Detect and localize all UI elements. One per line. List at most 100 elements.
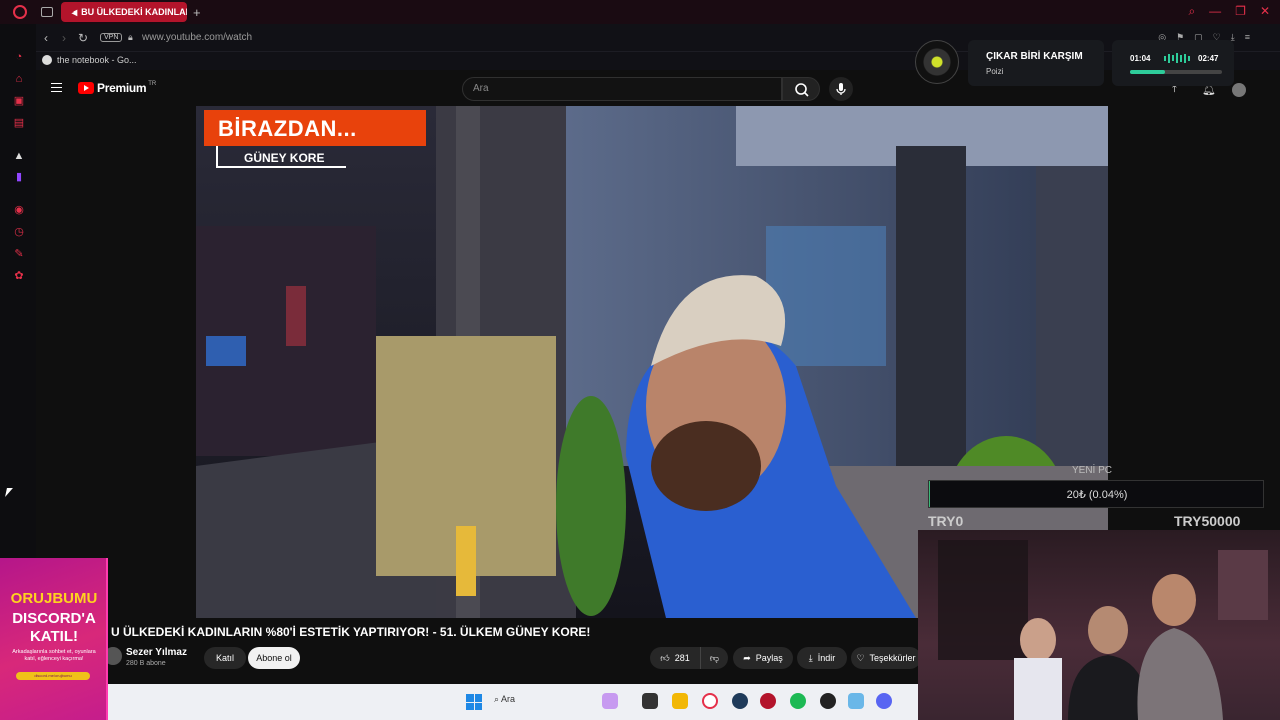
crypto-wallet-icon[interactable]: ⌂	[13, 74, 25, 85]
history-icon[interactable]: ◷	[13, 227, 25, 238]
album-art	[915, 40, 959, 84]
widgets-icon[interactable]	[602, 693, 618, 709]
close-button[interactable]: ✕	[1260, 4, 1270, 19]
donation-progress-text: 20₺ (0.04%)	[1066, 489, 1128, 501]
thumbs-up-icon: 👍︎	[660, 652, 670, 663]
promo-link-pill: discord.me/orujbumu	[16, 672, 90, 680]
player-icon[interactable]: ◉	[13, 205, 25, 216]
task-view-icon[interactable]	[642, 693, 658, 709]
download-arrow-icon: ⤓	[808, 652, 813, 663]
song-progress-bar	[1130, 70, 1222, 74]
minimize-button[interactable]: —	[1209, 4, 1221, 19]
extension-icon[interactable]: ▲	[13, 151, 25, 162]
dislike-button[interactable]: 👎︎	[700, 647, 728, 669]
elapsed-time: 01:04	[1130, 54, 1151, 63]
video-overlay-subtitle-box: GÜNEY KORE	[216, 146, 346, 168]
song-title: ÇIKAR BİRİ KARŞIM	[986, 51, 1083, 62]
now-playing-card: ÇIKAR BİRİ KARŞIM Poizi	[968, 40, 1104, 86]
share-icon: ➦	[743, 652, 751, 663]
youtube-logo[interactable]: Premium TR	[78, 81, 156, 95]
donation-goal-title: YENİ PC	[1072, 465, 1113, 476]
promo-line-1: ORUJBUMU	[10, 590, 98, 607]
file-explorer-icon[interactable]	[672, 693, 688, 709]
playback-time-card: 01:04 02:47	[1112, 40, 1234, 86]
video-overlay-banner: BİRAZDAN...	[204, 110, 426, 146]
discord-icon[interactable]	[876, 693, 892, 709]
search-input[interactable]: Ara	[462, 77, 782, 101]
google-favicon-icon	[42, 55, 52, 65]
subscribe-button[interactable]: Abone ol	[248, 647, 300, 669]
song-artist: Poizi	[986, 67, 1004, 76]
video-title: U ÜLKEDEKİ KADINLARIN %80'İ ESTETİK YAPT…	[111, 625, 591, 639]
subscriber-count: 280 B abone	[126, 660, 166, 667]
share-button[interactable]: ➦ Paylaş	[733, 647, 793, 669]
music-player-icon[interactable]: ▤	[13, 118, 25, 129]
maximize-button[interactable]: ❐	[1235, 4, 1246, 19]
new-tab-button[interactable]: +	[193, 5, 201, 20]
aria-icon[interactable]: ◔	[13, 52, 25, 63]
hamburger-menu-icon[interactable]	[51, 83, 62, 92]
menu-icon[interactable]: ≡	[1245, 32, 1250, 43]
lock-icon[interactable]: 🔒︎	[128, 32, 133, 43]
taskbar-search-label: Ara	[501, 694, 516, 704]
like-count: 281	[674, 653, 690, 663]
tab-workspace-icon[interactable]	[41, 7, 53, 17]
promo-line-3: KATIL!	[29, 628, 79, 645]
opera-logo-icon[interactable]	[13, 5, 27, 19]
webcam-image	[938, 540, 1268, 720]
voice-search-button[interactable]	[829, 77, 853, 101]
total-time: 02:47	[1198, 54, 1219, 63]
search-button[interactable]	[782, 77, 820, 101]
search-placeholder: Ara	[473, 83, 489, 94]
settings-gear-icon[interactable]: ✿	[13, 271, 25, 282]
spotify-icon[interactable]	[790, 693, 806, 709]
vpn-badge[interactable]: VPN	[100, 33, 123, 42]
browser-tab-bar: ◀ BU ÜLKEDEKİ KADINLARIN %80'İ ESTETİK Y…	[0, 0, 1280, 24]
thanks-button[interactable]: ♡ Teşekkürler	[851, 647, 921, 669]
video-overlay-title: BİRAZDAN...	[218, 116, 357, 141]
donation-min-label: TRY0	[928, 513, 964, 529]
youtube-logo-text: Premium	[97, 81, 147, 95]
tab-title: BU ÜLKEDEKİ KADINLARIN %80'İ ESTETİK YAP…	[81, 7, 187, 17]
share-label: Paylaş	[755, 653, 783, 663]
search-icon	[795, 83, 809, 97]
promo-link: discord.me/orujbumu	[34, 673, 72, 678]
channel-name[interactable]: Sezer Yılmaz	[126, 647, 187, 658]
search-tabs-icon[interactable]: ⌕	[1188, 4, 1195, 19]
forward-button[interactable]: ›	[62, 31, 66, 45]
messenger-icon[interactable]: ▣	[13, 96, 25, 107]
browser-sidebar: ◔ ⌂ ▣ ▤ ▲ ▮ ◉ ◷ ✎ ✿	[0, 24, 36, 560]
youtube-region: TR	[148, 81, 157, 87]
obs-icon[interactable]	[820, 693, 836, 709]
microphone-icon	[836, 83, 846, 95]
bookmark-item[interactable]: the notebook - Go...	[42, 55, 137, 65]
windows-taskbar: ⌕ Ara	[108, 684, 918, 720]
browser-tab-active[interactable]: ◀ BU ÜLKEDEKİ KADINLARIN %80'İ ESTETİK Y…	[61, 2, 187, 22]
promo-line-2: DISCORD'A	[12, 610, 96, 627]
steam-icon[interactable]	[732, 693, 748, 709]
discord-promo-banner: ORUJBUMU DISCORD'A KATIL! Arkadaşlarınla…	[0, 558, 108, 720]
donation-max-label: TRY50000	[1174, 513, 1241, 529]
download-label: İndir	[817, 653, 836, 663]
opera-taskbar-icon[interactable]	[702, 693, 718, 709]
thanks-icon: ♡	[856, 652, 865, 663]
thanks-label: Teşekkürler	[869, 653, 916, 663]
account-avatar[interactable]	[1232, 83, 1246, 97]
webcam-overlay	[918, 530, 1280, 720]
app-icon[interactable]	[760, 693, 776, 709]
song-progress-fill	[1130, 70, 1165, 74]
thumbs-down-icon: 👎︎	[709, 652, 720, 663]
download-button[interactable]: ⤓ İndir	[797, 647, 847, 669]
windows-start-icon[interactable]	[466, 694, 482, 710]
donation-goal-bar: 20₺ (0.04%)	[928, 480, 1264, 508]
back-button[interactable]: ‹	[44, 31, 48, 45]
reload-button[interactable]: ↻	[78, 31, 88, 45]
twitch-icon[interactable]: ▮	[13, 172, 25, 183]
audio-wave-icon	[1164, 53, 1190, 63]
join-button[interactable]: Katıl	[204, 647, 246, 669]
app-icon-2[interactable]	[848, 693, 864, 709]
extensions-icon[interactable]: ✎	[13, 249, 25, 260]
window-controls: ⌕ — ❐ ✕	[1188, 4, 1270, 19]
like-button[interactable]: 👍︎ 281	[650, 647, 700, 669]
url-field[interactable]: www.youtube.com/watch	[142, 32, 252, 43]
